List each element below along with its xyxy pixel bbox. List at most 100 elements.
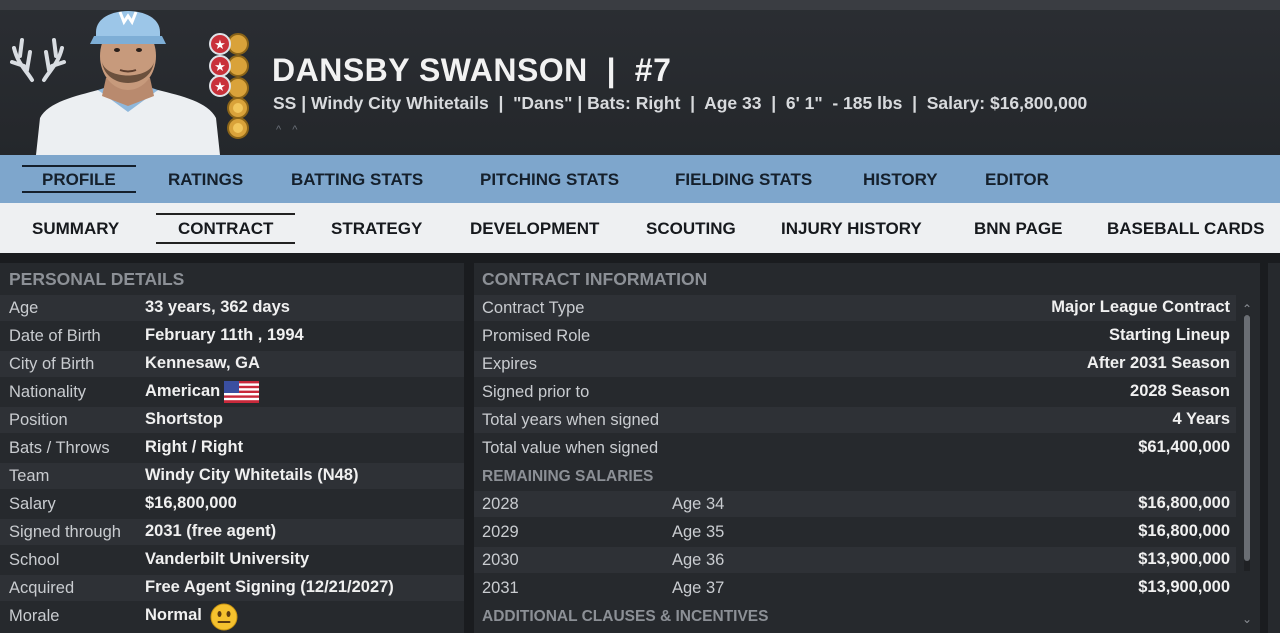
contract-row-signed-prior: Signed prior to 2028 Season [474,379,1236,405]
salary-amount: $13,900,000 [1138,550,1230,568]
detail-label: Nationality [9,383,87,401]
player-portrait [36,11,220,155]
detail-value: Shortstop [145,410,223,428]
player-name-title: DANSBY SWANSON | #7 [272,52,672,88]
subtab-summary[interactable]: SUMMARY [32,203,119,253]
detail-label: Morale [9,607,60,625]
star-badge-icon: ★ [209,55,249,77]
adjacent-panel-edge [1268,263,1280,633]
detail-label: Position [9,411,68,429]
salary-year: 2029 [482,523,519,541]
salary-year: 2030 [482,551,519,569]
salary-row: 2030 Age 36 $13,900,000 [474,547,1236,573]
subtab-scouting[interactable]: SCOUTING [646,203,736,253]
detail-value[interactable]: Windy City Whitetails (N48) [145,466,358,485]
salary-age: Age 36 [672,551,725,569]
tab-history[interactable]: HISTORY [863,155,938,203]
salary-age: Age 37 [672,579,725,597]
contract-value: $61,400,000 [1138,438,1230,456]
contract-value: 4 Years [1172,410,1230,428]
detail-row-signed-through: Signed through 2031 (free agent) [0,519,464,545]
scroll-up-icon[interactable]: ⌃ [1240,303,1254,315]
contract-label: Total value when signed [482,439,659,457]
content-area: PERSONAL DETAILS Age 33 years, 362 days … [0,253,1280,633]
salary-amount: $16,800,000 [1138,494,1230,512]
star-badge-icon: ★ [209,33,249,55]
tab-fielding-stats[interactable]: FIELDING STATS [675,155,812,203]
contract-label: Contract Type [482,299,585,317]
detail-value: Free Agent Signing (12/21/2027) [145,578,394,596]
salary-row: 2031 Age 37 $13,900,000 [474,575,1236,601]
us-flag-icon [224,381,259,403]
salary-age: Age 35 [672,523,725,541]
scroll-down-icon[interactable]: ⌄ [1240,613,1254,625]
detail-value: Normal [145,606,202,624]
subtab-development[interactable]: DEVELOPMENT [470,203,599,253]
salary-amount: $16,800,000 [1138,522,1230,540]
detail-row-salary: Salary $16,800,000 [0,491,464,517]
personal-details-panel: PERSONAL DETAILS Age 33 years, 362 days … [0,263,464,633]
detail-value: February 11th , 1994 [145,326,304,344]
detail-label: Team [9,467,50,485]
detail-label: Date of Birth [9,327,101,345]
neutral-face-morale-icon [210,603,238,631]
detail-row-morale: Morale Normal [0,603,464,631]
gold-badge-icon [227,97,249,119]
contract-row-type: Contract Type Major League Contract [474,295,1236,321]
tab-editor[interactable]: EDITOR [985,155,1049,203]
detail-label: Acquired [9,579,75,597]
gold-badge-icon [227,117,249,139]
detail-value: Vanderbilt University [145,550,310,568]
contract-value: 2028 Season [1130,382,1230,400]
salary-year: 2031 [482,579,519,597]
subtab-injury-history[interactable]: INJURY HISTORY [781,203,922,253]
detail-value: American [145,382,221,400]
primary-nav: PROFILE RATINGS BATTING STATS PITCHING S… [0,155,1280,203]
salary-year: 2028 [482,495,519,513]
tab-pitching-stats[interactable]: PITCHING STATS [480,155,619,203]
tab-batting-stats[interactable]: BATTING STATS [291,155,423,203]
detail-value: 33 years, 362 days [145,298,290,316]
contract-label: Signed prior to [482,383,590,401]
contract-value: After 2031 Season [1086,354,1230,372]
subtab-contract[interactable]: CONTRACT [155,203,296,253]
contract-value: Starting Lineup [1109,326,1230,344]
scrollbar-thumb[interactable] [1244,315,1250,561]
detail-label: School [9,551,60,569]
detail-row-bats-throws: Bats / Throws Right / Right [0,435,464,461]
personal-details-title: PERSONAL DETAILS [9,269,185,289]
detail-label: Age [9,299,39,317]
detail-row-position: Position Shortstop [0,407,464,433]
detail-label: Signed through [9,523,121,541]
star-badge-icon: ★ [209,75,249,99]
salary-amount: $13,900,000 [1138,578,1230,596]
detail-row-dob: Date of Birth February 11th , 1994 [0,323,464,349]
contract-information-title: CONTRACT INFORMATION [482,269,708,289]
detail-label: Bats / Throws [9,439,110,457]
contract-row-role: Promised Role Starting Lineup [474,323,1236,349]
detail-label: City of Birth [9,355,95,373]
subtab-baseball-cards[interactable]: BASEBALL CARDS [1107,203,1264,253]
additional-clauses-title: ADDITIONAL CLAUSES & INCENTIVES [482,608,769,625]
player-summary-line: SS | Windy City Whitetails | "Dans" | Ba… [273,93,1088,113]
detail-row-nationality: Nationality American [0,379,464,405]
svg-text:★: ★ [214,38,226,53]
contract-row-expires: Expires After 2031 Season [474,351,1236,377]
detail-row-city: City of Birth Kennesaw, GA [0,351,464,377]
tab-profile[interactable]: PROFILE [22,155,136,203]
detail-row-team: Team Windy City Whitetails (N48) [0,463,464,489]
contract-row-total-value: Total value when signed $61,400,000 [474,435,1236,461]
tab-ratings[interactable]: RATINGS [168,155,243,203]
salary-row: 2029 Age 35 $16,800,000 [474,519,1236,545]
subtab-bnn-page[interactable]: BNN PAGE [974,203,1062,253]
detail-label: Salary [9,495,56,513]
contract-label: Total years when signed [482,411,660,429]
scrollbar[interactable] [1244,315,1250,571]
detail-row-age: Age 33 years, 362 days [0,295,464,321]
subtab-strategy[interactable]: STRATEGY [331,203,422,253]
contract-value: Major League Contract [1051,298,1230,316]
player-header: ★ ★ ★ ^ ^ DANSBY SWANSON | #7 SS | Windy… [0,0,1280,155]
svg-text:★: ★ [214,60,226,75]
salary-age: Age 34 [672,495,725,513]
collapse-arrows-icon[interactable]: ^ ^ [276,124,301,136]
